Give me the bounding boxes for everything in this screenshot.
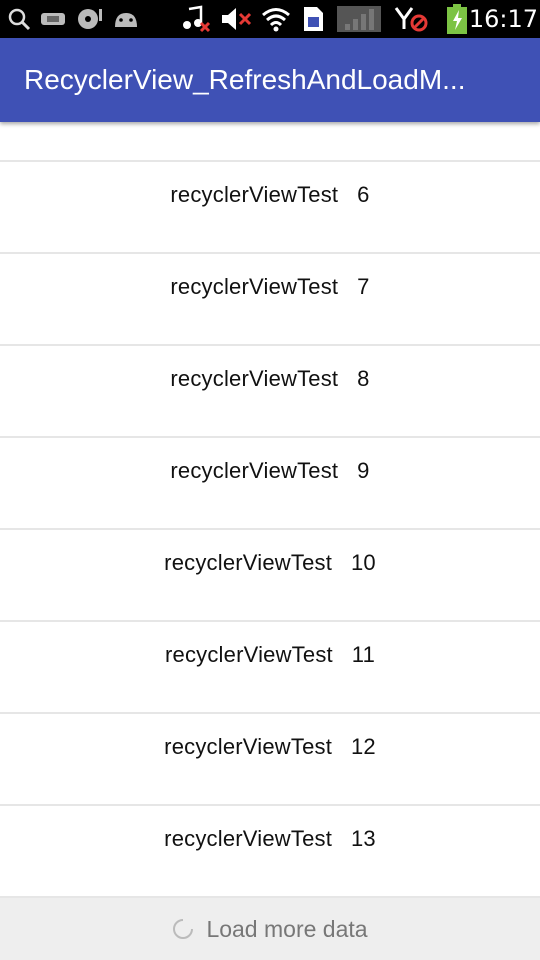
list-item-label: recyclerViewTest 11 <box>164 642 376 667</box>
volume-mute-icon <box>218 5 254 33</box>
load-more-footer[interactable]: Load more data <box>0 898 540 960</box>
sim-icon <box>298 5 328 33</box>
app-title: RecyclerView_RefreshAndLoadM... <box>24 64 466 95</box>
search-icon <box>6 5 32 33</box>
wifi-icon <box>260 5 292 33</box>
list-item-label: recyclerViewTest 13 <box>164 826 376 851</box>
recycler-view[interactable]: recyclerViewTest 6 recyclerViewTest 7 re… <box>0 122 540 960</box>
item-list: recyclerViewTest 6 recyclerViewTest 7 re… <box>0 122 540 898</box>
signal-icon <box>334 5 384 33</box>
app-bar: RecyclerView_RefreshAndLoadM... <box>0 38 540 122</box>
list-item[interactable]: recyclerViewTest 10 <box>0 530 540 622</box>
list-item[interactable]: recyclerViewTest 8 <box>0 346 540 438</box>
list-item[interactable]: recyclerViewTest 11 <box>0 622 540 714</box>
list-item[interactable]: recyclerViewTest 7 <box>0 254 540 346</box>
list-item[interactable]: recyclerViewTest 6 <box>0 162 540 254</box>
loading-spinner-icon <box>172 918 194 940</box>
battery-charging-icon <box>444 4 470 34</box>
no-data-icon <box>392 5 430 33</box>
list-item-label: recyclerViewTest 9 <box>170 458 370 483</box>
list-item-label: recyclerViewTest 7 <box>170 274 370 299</box>
list-item[interactable]: recyclerViewTest 9 <box>0 438 540 530</box>
list-item-label: recyclerViewTest 12 <box>164 734 376 759</box>
media-icon <box>74 5 106 33</box>
clock-time: 16:17 <box>468 5 538 33</box>
list-item-label: recyclerViewTest 10 <box>164 550 376 575</box>
list-item-label: recyclerViewTest 8 <box>170 366 370 391</box>
usb-icon <box>38 5 70 33</box>
status-bar: 16:17 <box>0 0 540 38</box>
list-item-label: recyclerViewTest 6 <box>170 182 370 207</box>
list-item[interactable]: recyclerViewTest 12 <box>0 714 540 806</box>
music-off-icon <box>178 5 212 33</box>
list-item[interactable]: recyclerViewTest 13 <box>0 806 540 898</box>
android-icon <box>110 5 142 33</box>
list-top-partial-item <box>0 122 540 162</box>
load-more-label: Load more data <box>206 915 368 942</box>
